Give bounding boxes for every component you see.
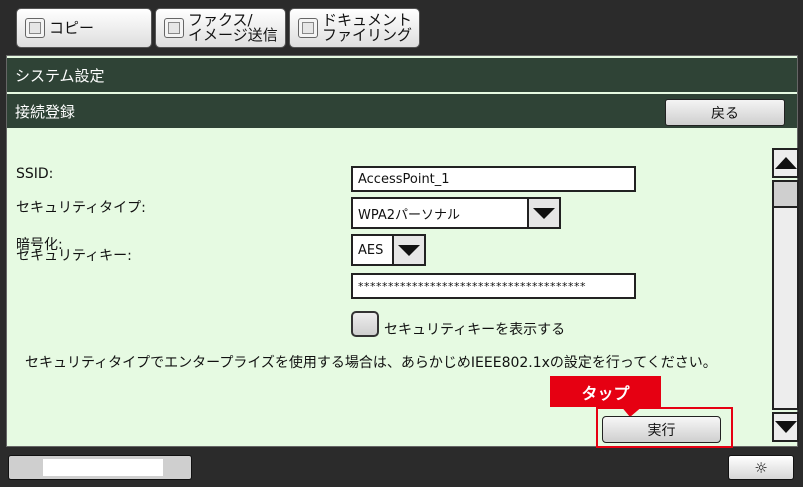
- fax-icon: [164, 18, 184, 38]
- scrollbar-thumb[interactable]: [774, 182, 797, 208]
- tab-copy-label: コピー: [49, 18, 95, 37]
- tap-annotation: タップ: [550, 376, 661, 407]
- tab-doc-label-line2: ファイリング: [322, 26, 413, 44]
- encryption-dropdown-arrow[interactable]: [392, 236, 424, 264]
- execute-button[interactable]: 実行: [602, 416, 721, 443]
- security-key-input[interactable]: **************************************: [351, 273, 636, 299]
- arrow-down-icon: [774, 421, 797, 433]
- security-type-value: WPA2パーソナル: [358, 207, 461, 223]
- enterprise-note: セキュリティタイプでエンタープライズを使用する場合は、あらかじめIEEE802.…: [25, 355, 717, 371]
- ssid-input[interactable]: AccessPoint_1: [351, 166, 636, 192]
- job-status-indicator[interactable]: [8, 455, 192, 480]
- back-button[interactable]: 戻る: [665, 99, 785, 126]
- settings-panel: システム設定 接続登録 戻る SSID: AccessPoint_1 セキュリテ…: [6, 55, 799, 447]
- tab-fax-label-line2: イメージ送信: [188, 26, 278, 44]
- encryption-value: AES: [358, 242, 384, 258]
- brightness-icon: ☼: [754, 458, 768, 477]
- copy-icon: [25, 18, 45, 38]
- ssid-label: SSID:: [16, 166, 54, 182]
- security-type-label: セキュリティタイプ:: [16, 200, 146, 216]
- system-settings-bar: システム設定: [7, 58, 797, 92]
- tab-copy[interactable]: コピー: [16, 8, 152, 48]
- document-filing-icon: [298, 18, 318, 38]
- security-type-dropdown-arrow[interactable]: [527, 199, 559, 227]
- scrollbar-track[interactable]: [772, 180, 799, 410]
- tab-document-filing[interactable]: ドキュメント ファイリング: [289, 8, 420, 48]
- connection-registration-bar: 接続登録 戻る: [7, 94, 797, 128]
- chevron-down-icon: [533, 207, 555, 219]
- job-status-fill: [43, 459, 163, 476]
- brightness-button[interactable]: ☼: [728, 455, 794, 480]
- chevron-down-icon: [398, 244, 420, 256]
- encryption-select[interactable]: AES: [351, 234, 426, 266]
- system-settings-title: システム設定: [15, 66, 105, 85]
- show-security-key-label: セキュリティキーを表示する: [384, 322, 566, 338]
- scroll-up-button[interactable]: [772, 148, 799, 178]
- scroll-down-button[interactable]: [772, 412, 799, 442]
- arrow-up-icon: [774, 157, 797, 169]
- show-security-key-checkbox[interactable]: [351, 311, 379, 337]
- security-type-select[interactable]: WPA2パーソナル: [351, 197, 561, 229]
- tab-fax-image-send[interactable]: ファクス/ イメージ送信: [155, 8, 286, 48]
- security-key-label: セキュリティキー:: [16, 248, 132, 264]
- connection-registration-title: 接続登録: [15, 102, 76, 121]
